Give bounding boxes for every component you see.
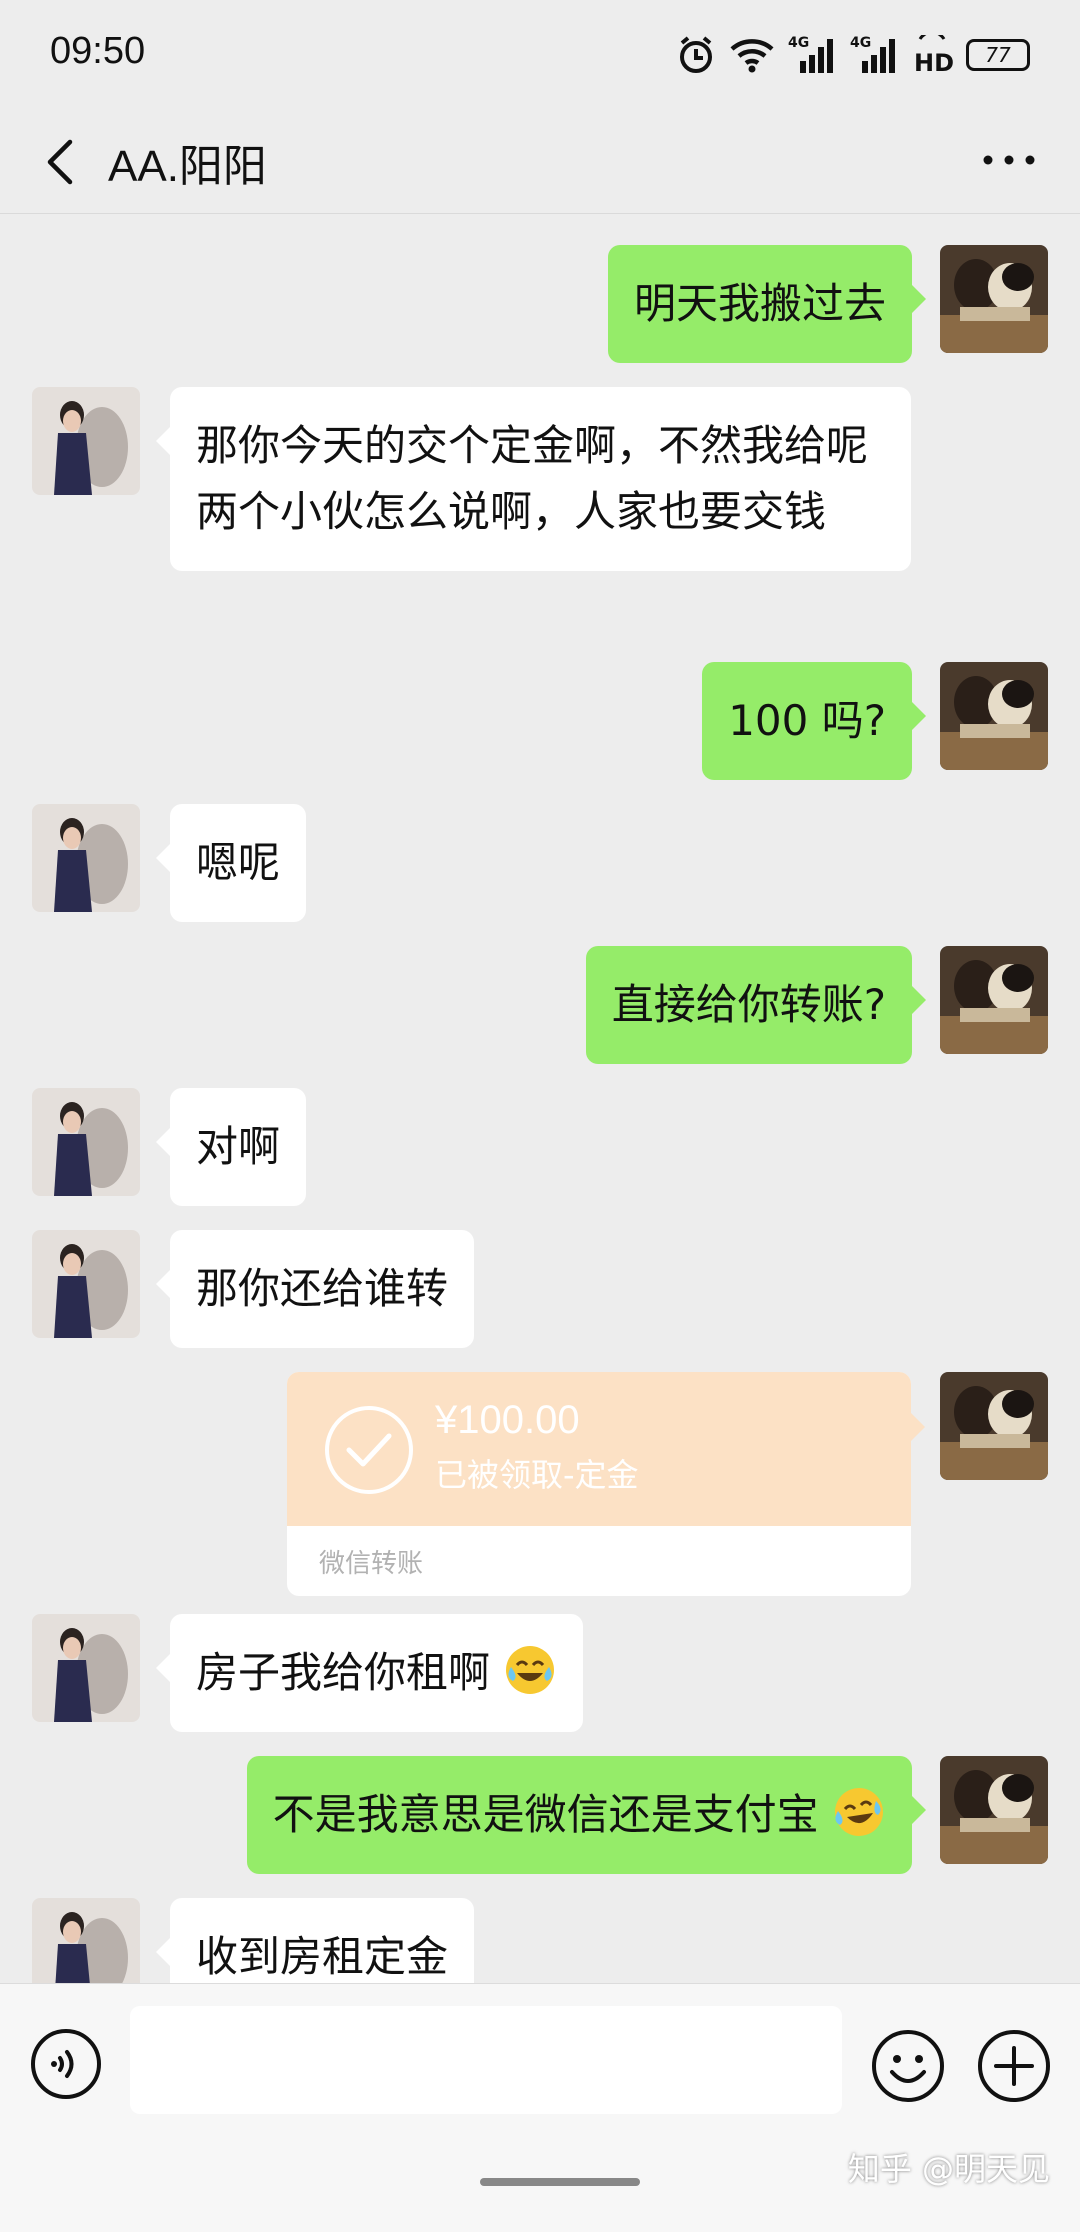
message-bubble-in[interactable]: 房子我给你租啊 [155, 1614, 584, 1732]
back-arrow-icon[interactable] [34, 132, 90, 192]
contact-avatar[interactable] [32, 804, 140, 912]
more-options-icon[interactable] [974, 130, 1044, 190]
wifi-icon [730, 39, 774, 73]
status-icons: 4G 4G HD 77 [676, 30, 1030, 80]
home-indicator[interactable] [480, 2178, 640, 2186]
hd-icon: HD [912, 30, 955, 77]
message-bubble-out[interactable]: 直接给你转账? [585, 946, 927, 1064]
message-text: 直接给你转账? [611, 980, 886, 1029]
message-text: 不是我意思是微信还是支付宝 [272, 1790, 819, 1839]
message-bubble-in[interactable]: 收到房租定金 [155, 1898, 475, 1983]
my-avatar[interactable] [940, 1372, 1048, 1480]
message-input[interactable] [130, 2006, 842, 2114]
transfer-status: 已被领取-定金 [435, 1456, 639, 1494]
transfer-card-top: ¥100.00 已被领取-定金 [287, 1372, 911, 1526]
tears-of-joy-emoji-icon [506, 1646, 555, 1694]
my-avatar[interactable] [940, 946, 1048, 1054]
message-bubble-in[interactable]: 嗯呢 [155, 804, 307, 922]
my-avatar[interactable] [940, 245, 1048, 353]
transfer-label: 微信转账 [319, 1548, 424, 1579]
battery-level: 77 [985, 43, 1011, 67]
contact-avatar[interactable] [32, 1088, 140, 1196]
signal-icon-1: 4G [788, 35, 836, 75]
chat-message-list[interactable]: 明天我搬过去 那你今天的交个定金啊，不然我给呢两个小伙怎么说啊，人家也要交钱 1… [0, 215, 1080, 1983]
contact-avatar[interactable] [32, 1230, 140, 1338]
contact-avatar[interactable] [32, 1898, 140, 1983]
my-avatar[interactable] [940, 1756, 1048, 1864]
zhihu-watermark: 知乎 @明天见 [847, 2150, 1050, 2188]
message-bubble-in[interactable]: 对啊 [155, 1088, 307, 1206]
chat-header: AA.阳阳 [0, 110, 1080, 214]
crying-laughing-emoji-icon [835, 1788, 883, 1836]
contact-avatar[interactable] [32, 1614, 140, 1722]
message-text: 100 吗? [728, 696, 886, 745]
hd-label: HD [914, 49, 955, 77]
message-text: 明天我搬过去 [633, 279, 886, 328]
message-text: 收到房租定金 [196, 1932, 449, 1981]
message-bubble-out[interactable]: 不是我意思是微信还是支付宝 [246, 1756, 927, 1874]
battery-icon: 77 [966, 39, 1030, 71]
message-bubble-out[interactable]: 100 吗? [702, 662, 926, 780]
message-bubble-in[interactable]: 那你还给谁转 [155, 1230, 475, 1348]
message-text: 对啊 [196, 1122, 281, 1171]
status-time: 09:50 [50, 30, 146, 72]
message-text: 那你今天的交个定金啊，不然我给呢两个小伙怎么说啊，人家也要交钱 [196, 421, 869, 536]
message-text: 那你还给谁转 [196, 1264, 449, 1313]
emoji-picker-icon[interactable] [870, 2028, 946, 2104]
check-circle-icon [325, 1406, 413, 1494]
message-text: 房子我给你租啊 [196, 1648, 491, 1697]
alarm-icon [680, 36, 712, 73]
message-text: 嗯呢 [196, 838, 281, 887]
chat-title: AA.阳阳 [108, 142, 267, 191]
input-toolbar: 知乎 @明天见 [0, 1983, 1080, 2232]
message-bubble-in[interactable]: 那你今天的交个定金啊，不然我给呢两个小伙怎么说啊，人家也要交钱 [156, 387, 911, 571]
transfer-card[interactable]: ¥100.00 已被领取-定金 微信转账 [287, 1372, 911, 1596]
more-functions-plus-icon[interactable] [976, 2028, 1052, 2104]
status-bar: 09:50 4G 4G HD 77 [0, 0, 1080, 110]
transfer-amount: ¥100.00 [435, 1398, 580, 1442]
my-avatar[interactable] [940, 662, 1048, 770]
voice-input-icon[interactable] [30, 2028, 102, 2100]
contact-avatar[interactable] [32, 387, 140, 495]
signal-icon-2: 4G [850, 35, 898, 75]
transfer-card-tail [911, 1413, 925, 1441]
message-bubble-out[interactable]: 明天我搬过去 [607, 245, 927, 363]
